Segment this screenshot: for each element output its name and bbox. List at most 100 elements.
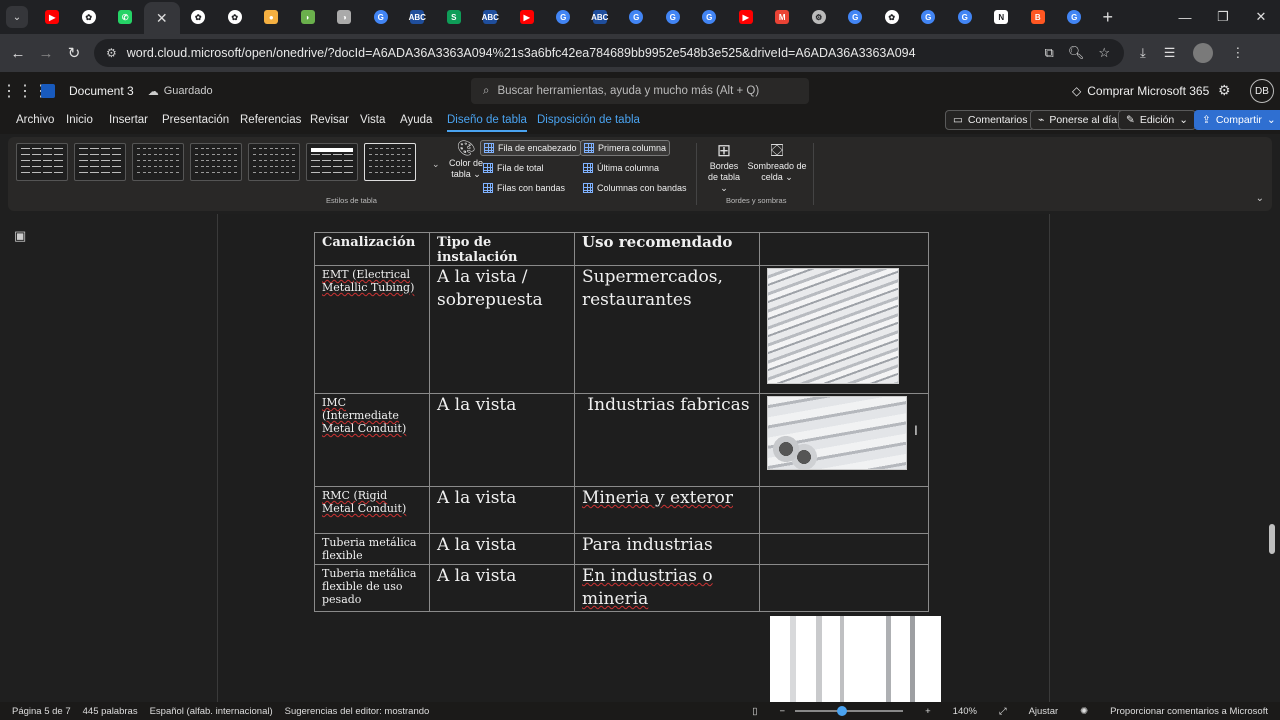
browser-menu-icon[interactable]: ⋮ — [1231, 45, 1244, 61]
fit-label[interactable]: Ajustar — [1029, 706, 1059, 717]
tipo-cell[interactable]: A la vista — [429, 564, 575, 612]
table-style-grid-2[interactable] — [74, 143, 126, 181]
tab-ayuda[interactable]: Ayuda — [400, 114, 432, 126]
back-arrow-icon[interactable]: ← — [4, 45, 32, 62]
image-cell[interactable] — [759, 393, 929, 487]
tab-inicio[interactable]: Inicio — [66, 114, 93, 126]
restore-icon[interactable]: ❐ — [1204, 0, 1242, 34]
browser-tab[interactable]: M — [764, 3, 801, 31]
comments-button[interactable]: ▭ Comentarios — [945, 110, 1036, 130]
uso-cell[interactable]: Supermercados, restaurantes — [574, 265, 760, 394]
fit-icon[interactable]: ⤢ — [999, 706, 1007, 717]
tab-archivo[interactable]: Archivo — [16, 114, 54, 126]
banded-rows-option[interactable]: Filas con bandas — [480, 180, 568, 196]
conduit-rods-image[interactable] — [770, 616, 941, 704]
table-borders-button[interactable]: ⊞ Bordes de tabla ⌄ — [704, 142, 744, 194]
table-color-button[interactable]: 🎨︎ Color de tabla ⌄ — [448, 141, 484, 180]
banded-columns-option[interactable]: Columnas con bandas — [580, 180, 690, 196]
browser-tab[interactable]: ABC — [472, 3, 509, 31]
browser-tab[interactable]: B — [1020, 3, 1057, 31]
table-style-plain[interactable] — [132, 143, 184, 181]
tab-search-chevron-icon[interactable]: ⌄ — [6, 6, 28, 28]
table-style-plain-2[interactable] — [190, 143, 242, 181]
search-tools-input[interactable]: ⌕ Buscar herramientas, ayuda y mucho más… — [471, 78, 809, 104]
browser-tab[interactable]: G — [910, 3, 947, 31]
steel-pipes-image[interactable] — [767, 268, 899, 384]
browser-tab[interactable]: G — [618, 3, 655, 31]
zoom-icon[interactable]: 🔍︎ — [1068, 45, 1085, 61]
word-count[interactable]: 445 palabras — [83, 706, 138, 717]
catch-up-button[interactable]: ⌁ Ponerse al día — [1030, 110, 1126, 130]
uso-cell[interactable]: Para industrias — [574, 533, 760, 565]
word-logo-icon[interactable] — [41, 84, 55, 98]
canalizacion-cell[interactable]: RMC (Rigid Metal Conduit) — [314, 486, 430, 534]
settings-gear-icon[interactable]: ⚙ — [1218, 82, 1231, 99]
browser-tab[interactable]: ▶ — [728, 3, 765, 31]
browser-tab[interactable]: N — [983, 3, 1020, 31]
table-style-selected[interactable] — [364, 143, 416, 181]
url-text[interactable]: word.cloud.microsoft/open/onedrive/?docI… — [127, 46, 1045, 60]
navigation-pane-icon[interactable]: ▣ — [14, 228, 26, 244]
browser-tab[interactable]: ABC — [399, 3, 436, 31]
tab-referencias[interactable]: Referencias — [240, 114, 301, 126]
canalizacion-cell[interactable]: Tuberia metálica flexible de uso pesado — [314, 564, 430, 612]
tab-vista[interactable]: Vista — [360, 114, 385, 126]
document-table[interactable]: Canalización Tipo de instalación Uso rec… — [314, 232, 929, 612]
buy-microsoft-365-button[interactable]: ◇ Comprar Microsoft 365 — [1072, 84, 1209, 98]
browser-tab[interactable]: G — [947, 3, 984, 31]
browser-tab[interactable]: ✕ — [143, 2, 180, 34]
tab-presentacion[interactable]: Presentación — [162, 114, 229, 126]
header-cell[interactable]: Uso recomendado — [574, 232, 760, 266]
browser-tab[interactable]: ✿ — [180, 3, 217, 31]
header-cell[interactable]: Canalización — [314, 232, 430, 266]
document-page[interactable]: Canalización Tipo de instalación Uso rec… — [217, 214, 1050, 704]
browser-tab[interactable]: ✿ — [217, 3, 254, 31]
browser-tab[interactable]: ● — [253, 3, 290, 31]
browser-tab[interactable]: G — [655, 3, 692, 31]
image-cell[interactable] — [759, 533, 929, 565]
browser-tab[interactable]: ✆ — [107, 3, 144, 31]
zoom-level[interactable]: 140% — [953, 706, 977, 717]
browser-tab[interactable]: ◑ — [326, 3, 363, 31]
browser-tab[interactable]: ✿ — [874, 3, 911, 31]
vertical-scrollbar[interactable] — [1269, 524, 1275, 554]
editor-suggestions[interactable]: Sugerencias del editor: mostrando — [285, 706, 430, 717]
tab-insertar[interactable]: Insertar — [109, 114, 148, 126]
bookmark-star-icon[interactable]: ☆ — [1098, 45, 1110, 61]
feedback-icon[interactable]: ✺ — [1080, 706, 1088, 717]
minimize-icon[interactable]: — — [1166, 0, 1204, 34]
table-style-plain-3[interactable] — [248, 143, 300, 181]
tab-disposicion-de-tabla[interactable]: Disposición de tabla — [537, 114, 640, 126]
tab-revisar[interactable]: Revisar — [310, 114, 349, 126]
last-column-option[interactable]: Última columna — [580, 160, 662, 176]
image-cell[interactable] — [759, 486, 929, 534]
browser-tab[interactable]: G — [363, 3, 400, 31]
document-name[interactable]: Document 3 — [69, 84, 134, 98]
share-button[interactable]: ⇪ Compartir ⌄ — [1194, 110, 1280, 130]
browser-tab[interactable]: S — [436, 3, 473, 31]
user-avatar[interactable]: DB — [1250, 79, 1274, 103]
header-cell[interactable]: Tipo de instalación — [429, 232, 575, 266]
browser-tab[interactable]: ◗ — [290, 3, 327, 31]
app-launcher-icon[interactable]: ⋮⋮⋮ — [1, 81, 49, 101]
table-style-header[interactable] — [306, 143, 358, 181]
zoom-slider-knob[interactable] — [837, 706, 848, 716]
reload-icon[interactable]: ↻ — [60, 44, 88, 62]
editing-mode-button[interactable]: ✎ Edición ⌄ — [1118, 110, 1197, 130]
forward-arrow-icon[interactable]: → — [32, 45, 60, 62]
install-app-icon[interactable]: ⧉ — [1045, 45, 1054, 61]
canalizacion-cell[interactable]: Tuberia metálica flexible — [314, 533, 430, 565]
tab-diseno-de-tabla[interactable]: Diseño de tabla — [447, 114, 527, 132]
image-cell[interactable] — [759, 564, 929, 612]
uso-cell[interactable]: En industrias o mineria — [574, 564, 760, 612]
browser-tab[interactable]: ⚙ — [801, 3, 838, 31]
tipo-cell[interactable]: A la vista / sobrepuesta — [429, 265, 575, 394]
browser-tab[interactable]: G — [691, 3, 728, 31]
imc-conduit-image[interactable] — [767, 396, 907, 470]
language[interactable]: Español (alfab. internacional) — [150, 706, 273, 717]
header-row-option[interactable]: Fila de encabezado — [480, 140, 581, 156]
styles-more-chevron-icon[interactable]: ⌄ — [432, 159, 440, 170]
total-row-option[interactable]: Fila de total — [480, 160, 547, 176]
zoom-slider[interactable] — [795, 706, 904, 716]
close-tab-icon[interactable]: ✕ — [156, 10, 168, 27]
